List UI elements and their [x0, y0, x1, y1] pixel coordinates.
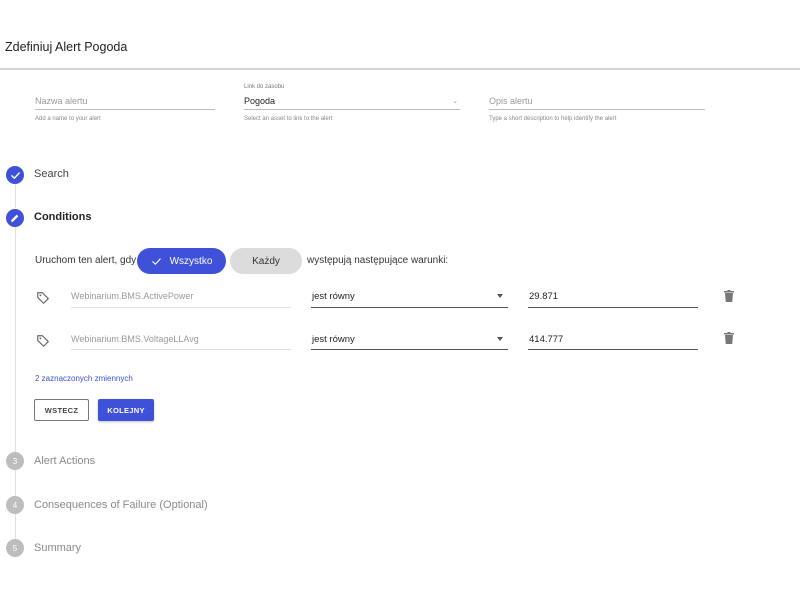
- step-conditions-label[interactable]: Conditions: [34, 211, 91, 223]
- check-icon: [10, 171, 20, 179]
- condition-variable-field[interactable]: Webinarium.BMS.VoltageLLAvg: [71, 334, 199, 344]
- description-underline: [489, 109, 705, 110]
- condition-suffix-text: występują następujące warunki:: [307, 255, 449, 266]
- back-button-label: WSTECZ: [44, 405, 79, 415]
- chip-all[interactable]: Wszystko: [137, 248, 226, 274]
- next-button-label: KOLEJNY: [107, 405, 145, 415]
- description-helper: Type a short description to help identif…: [489, 116, 617, 122]
- alert-name-placeholder: Nazwa alertu: [35, 96, 88, 106]
- alert-name-helper: Add a name to your alert: [35, 116, 101, 122]
- step-conditions-indicator[interactable]: [6, 209, 24, 227]
- chip-any-label: Każdy: [252, 255, 280, 267]
- tag-icon: [37, 292, 49, 304]
- step-summary-label[interactable]: Summary: [34, 542, 81, 554]
- condition-value-input[interactable]: 29.871: [529, 291, 558, 302]
- dropdown-arrow-icon: [497, 294, 503, 298]
- stepper-connector: [14, 470, 16, 496]
- alert-name-field[interactable]: Nazwa alertu Add a name to your alert: [35, 86, 215, 126]
- dropdown-arrow-icon: [497, 337, 503, 341]
- description-placeholder: Opis alertu: [489, 96, 533, 106]
- condition-operator-underline: [311, 349, 508, 350]
- chip-any[interactable]: Każdy: [230, 248, 302, 274]
- condition-variable-field[interactable]: Webinarium.BMS.ActivePower: [71, 291, 193, 301]
- pencil-icon: [11, 214, 19, 222]
- tag-icon: [37, 335, 49, 347]
- description-field[interactable]: Opis alertu Type a short description to …: [489, 86, 705, 126]
- step-number: 4: [12, 500, 18, 510]
- step-summary-indicator[interactable]: 5: [6, 539, 24, 557]
- step-consequences-label[interactable]: Consequences of Failure (Optional): [34, 499, 208, 511]
- condition-operator-select[interactable]: jest równy: [312, 291, 355, 302]
- selected-variables-link[interactable]: 2 zaznaczonych zmiennych: [35, 374, 133, 383]
- condition-value-input[interactable]: 414.777: [529, 334, 563, 345]
- stepper-connector: [14, 227, 16, 453]
- step-alert-actions-label[interactable]: Alert Actions: [34, 455, 95, 467]
- check-icon: [151, 256, 162, 267]
- trash-icon[interactable]: [724, 290, 734, 302]
- chevron-down-icon: ⌄: [452, 98, 458, 105]
- alert-name-underline: [35, 109, 215, 110]
- asset-link-underline: [244, 109, 460, 110]
- condition-operator-select[interactable]: jest równy: [312, 334, 355, 345]
- asset-link-value: Pogoda: [244, 96, 276, 106]
- step-alert-actions-indicator[interactable]: 3: [6, 452, 24, 470]
- trash-icon[interactable]: [724, 332, 734, 344]
- page-header: Zdefiniuj Alert Pogoda: [0, 0, 800, 70]
- condition-variable-underline: [71, 307, 291, 308]
- asset-link-helper: Select an asset to link to the alert: [244, 116, 333, 122]
- step-search-indicator[interactable]: [6, 166, 24, 184]
- condition-value-underline: [528, 349, 698, 350]
- condition-prefix-text: Uruchom ten alert, gdy: [35, 255, 137, 266]
- condition-value-underline: [528, 307, 698, 308]
- next-button[interactable]: KOLEJNY: [98, 399, 154, 421]
- condition-operator-underline: [311, 307, 508, 308]
- condition-variable-underline: [71, 349, 291, 350]
- step-search-label[interactable]: Search: [34, 168, 69, 180]
- step-number: 5: [12, 543, 18, 553]
- step-consequences-indicator[interactable]: 4: [6, 496, 24, 514]
- page-title: Zdefiniuj Alert Pogoda: [5, 40, 128, 54]
- step-number: 3: [12, 456, 18, 466]
- asset-link-label: Link do zasobu: [244, 84, 285, 90]
- chip-all-label: Wszystko: [169, 255, 213, 267]
- stepper-connector: [14, 514, 16, 540]
- back-button[interactable]: WSTECZ: [34, 399, 89, 421]
- asset-link-select[interactable]: Link do zasobu Pogoda ⌄ Select an asset …: [244, 84, 460, 126]
- stepper-connector: [14, 184, 16, 208]
